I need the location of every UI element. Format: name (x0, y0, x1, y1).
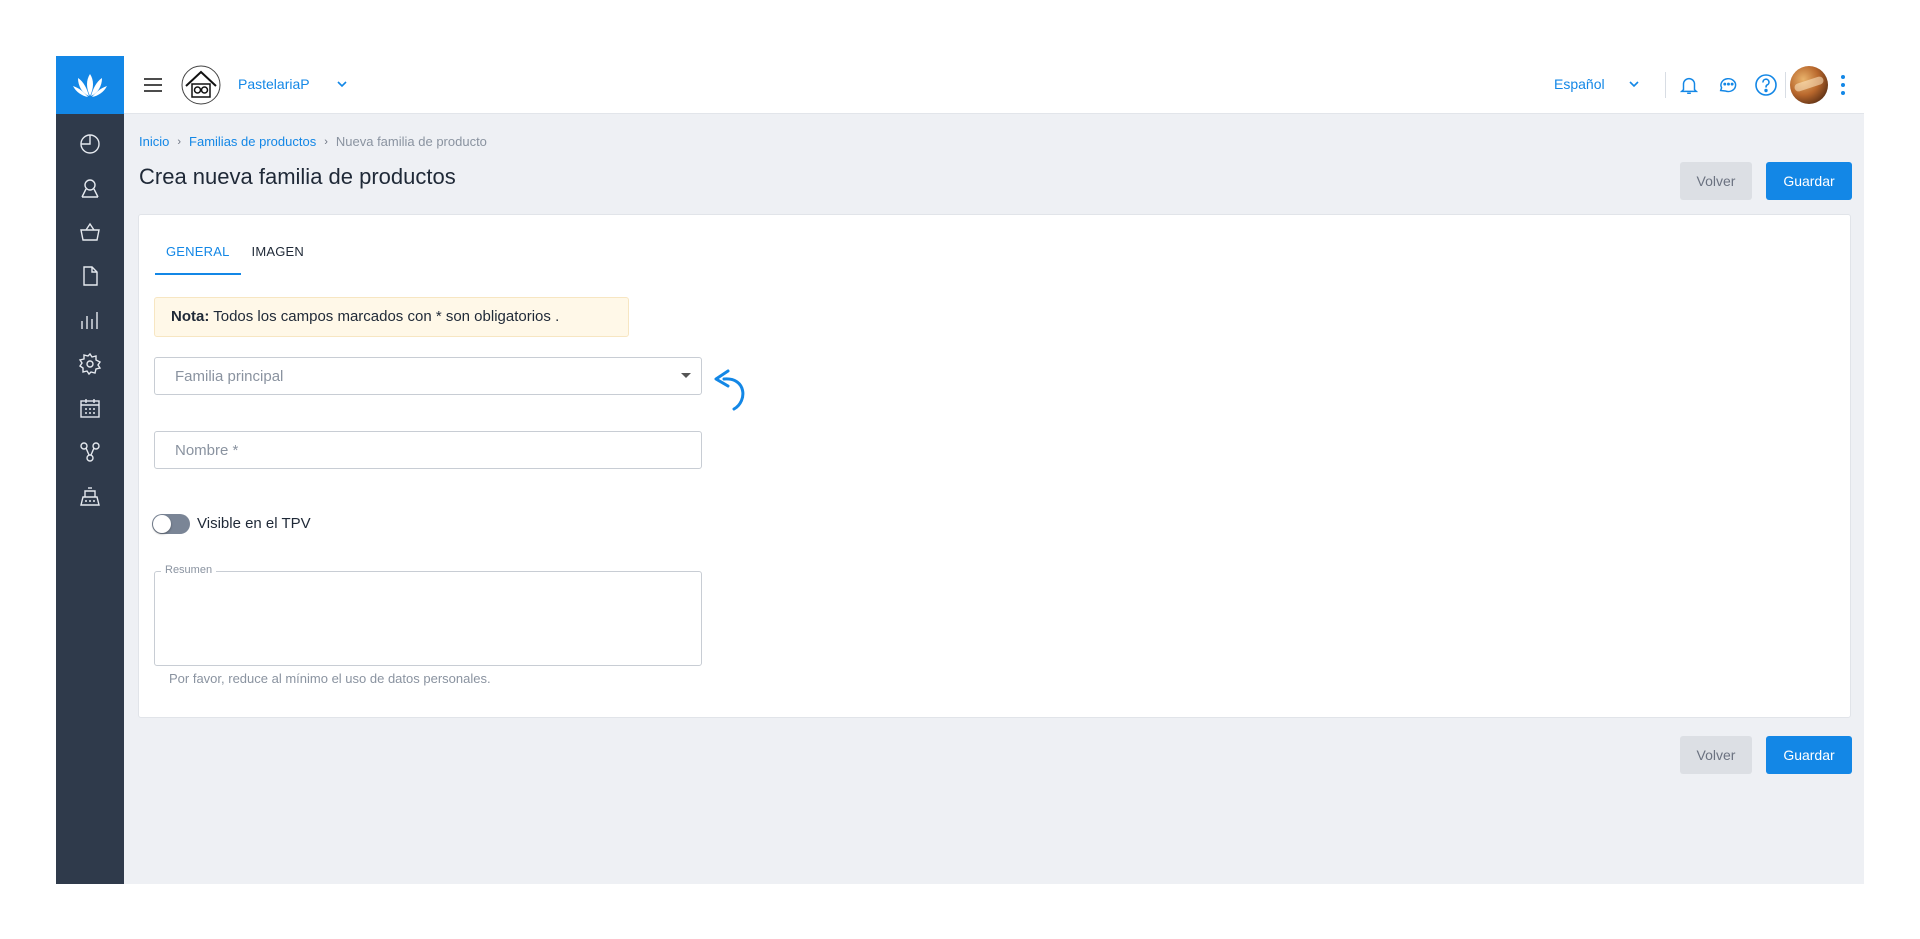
tab-image[interactable]: IMAGEN (241, 231, 315, 275)
breadcrumb-current: Nueva familia de producto (335, 134, 487, 149)
app-frame: PastelariaP Español Inicio › Familias de… (56, 56, 1864, 884)
lotus-logo-icon (73, 74, 107, 97)
avatar[interactable] (1790, 66, 1828, 104)
visible-tpv-toggle[interactable] (152, 514, 190, 534)
chevron-down-icon[interactable] (1624, 74, 1644, 94)
breadcrumb-separator-icon: › (324, 135, 328, 148)
shop-name[interactable]: PastelariaP (238, 76, 310, 92)
dashboard-icon[interactable] (76, 130, 104, 158)
sidebar (56, 56, 124, 884)
tab-general[interactable]: GENERAL (155, 231, 241, 275)
breadcrumb: Inicio › Familias de productos › Nueva f… (139, 134, 487, 149)
required-fields-note: Nota: Todos los campos marcados con * so… (154, 297, 629, 337)
form-card: GENERAL IMAGEN Nota: Todos los campos ma… (138, 214, 1851, 718)
note-text: Todos los campos marcados con * son obli… (209, 308, 560, 325)
chat-icon[interactable] (1714, 71, 1742, 99)
bell-icon[interactable] (1675, 71, 1703, 99)
settings-icon[interactable] (76, 350, 104, 378)
document-icon[interactable] (76, 262, 104, 290)
help-icon[interactable] (1752, 71, 1780, 99)
name-placeholder: Nombre * (175, 442, 239, 459)
language-selector[interactable]: Español (1554, 76, 1605, 92)
reports-icon[interactable] (76, 306, 104, 334)
visible-tpv-label: Visible en el TPV (197, 515, 311, 532)
summary-hint: Por favor, reduce al mínimo el uso de da… (169, 671, 491, 686)
summary-textarea[interactable]: Resumen (154, 564, 702, 666)
shop-logo-icon (181, 65, 221, 105)
integrations-icon[interactable] (76, 438, 104, 466)
note-label: Nota: (171, 308, 210, 325)
basket-icon[interactable] (76, 218, 104, 246)
top-header: PastelariaP Español (124, 56, 1864, 114)
save-button[interactable]: Guardar (1766, 162, 1852, 200)
undo-arrow-icon[interactable] (708, 367, 756, 411)
calendar-icon[interactable] (76, 394, 104, 422)
header-divider (1665, 72, 1666, 98)
page-title: Crea nueva familia de productos (139, 164, 456, 189)
parent-family-placeholder: Familia principal (175, 368, 284, 385)
more-options-icon[interactable] (1836, 73, 1850, 97)
breadcrumb-families[interactable]: Familias de productos (189, 134, 316, 149)
user-icon[interactable] (76, 174, 104, 202)
tab-bar: GENERAL IMAGEN (155, 231, 315, 275)
chevron-down-icon[interactable] (332, 74, 352, 94)
save-button-bottom[interactable]: Guardar (1766, 736, 1852, 774)
summary-label: Resumen (161, 564, 217, 576)
name-input[interactable]: Nombre * (154, 431, 702, 469)
breadcrumb-home[interactable]: Inicio (139, 134, 169, 149)
back-button[interactable]: Volver (1680, 162, 1752, 200)
back-button-bottom[interactable]: Volver (1680, 736, 1752, 774)
breadcrumb-separator-icon: › (177, 135, 182, 148)
menu-icon[interactable] (140, 72, 166, 98)
app-logo[interactable] (56, 56, 124, 114)
cash-register-icon[interactable] (76, 482, 104, 510)
caret-down-icon (681, 373, 691, 378)
header-divider (1785, 72, 1786, 98)
parent-family-select[interactable]: Familia principal (154, 357, 702, 395)
